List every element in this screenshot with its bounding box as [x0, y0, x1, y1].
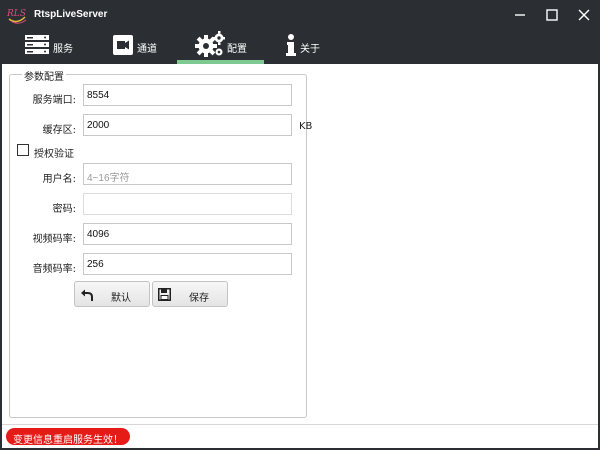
svg-text:RLS: RLS	[6, 9, 26, 19]
tab-service[interactable]: 服务	[18, 30, 88, 64]
minimize-icon	[515, 14, 525, 16]
title-bar: RLS RtspLiveServer	[0, 0, 600, 30]
username-input[interactable]: 4~16字符	[83, 163, 292, 185]
video-camera-icon	[113, 35, 133, 55]
password-label: 密码:	[52, 204, 76, 215]
minimize-button[interactable]	[508, 4, 532, 26]
default-button[interactable]: 默认	[74, 281, 150, 307]
status-message: 变更信息重启服务生效！	[6, 428, 130, 446]
app-logo-icon: RLS	[6, 9, 27, 24]
app-window: RLS RtspLiveServer 服务 通道 配置 关于 服务端口: 855…	[0, 0, 600, 450]
cache-input[interactable]: 2000	[83, 114, 292, 136]
close-icon	[578, 9, 590, 21]
auth-checkbox[interactable]	[17, 144, 29, 156]
audio-bitrate-label: 音频码率:	[32, 264, 76, 275]
close-button[interactable]	[572, 4, 596, 26]
tab-config[interactable]: 配置	[177, 30, 264, 64]
group-title: 参数配置	[22, 68, 66, 83]
password-input[interactable]	[83, 193, 292, 215]
maximize-button[interactable]	[540, 4, 564, 26]
tab-channel-label: 通道	[137, 44, 157, 55]
tab-config-label: 配置	[227, 44, 247, 55]
default-button-label: 默认	[111, 293, 131, 304]
port-label: 服务端口:	[32, 95, 76, 106]
tab-about-label: 关于	[300, 44, 320, 55]
server-icon	[25, 35, 49, 54]
tab-channel[interactable]: 通道	[106, 30, 176, 64]
floppy-disk-icon	[158, 288, 171, 301]
tab-service-label: 服务	[53, 44, 73, 55]
config-panel: 服务端口: 8554 缓存区: 2000 KB 授权验证 用户名: 4~16字符…	[2, 64, 598, 448]
maximize-icon	[546, 9, 558, 21]
port-input[interactable]: 8554	[83, 84, 292, 106]
undo-icon	[81, 289, 93, 301]
video-bitrate-input[interactable]: 4096	[83, 223, 292, 245]
save-button-label: 保存	[189, 293, 209, 304]
status-bar: 变更信息重启服务生效！	[2, 424, 598, 448]
params-groupbox: 服务端口: 8554 缓存区: 2000 KB 授权验证 用户名: 4~16字符…	[9, 68, 312, 418]
info-icon	[286, 34, 296, 56]
cache-unit: KB	[299, 121, 313, 132]
username-label: 用户名:	[42, 174, 76, 185]
gears-icon	[195, 31, 225, 57]
cache-label: 缓存区:	[42, 125, 76, 136]
video-bitrate-label: 视频码率:	[32, 234, 76, 245]
audio-bitrate-input[interactable]: 256	[83, 253, 292, 275]
main-nav: 服务 通道 配置 关于	[0, 30, 600, 64]
auth-label: 授权验证	[34, 149, 74, 160]
window-title: RtspLiveServer	[34, 9, 108, 20]
save-button[interactable]: 保存	[152, 281, 228, 307]
tab-about[interactable]: 关于	[280, 30, 340, 64]
